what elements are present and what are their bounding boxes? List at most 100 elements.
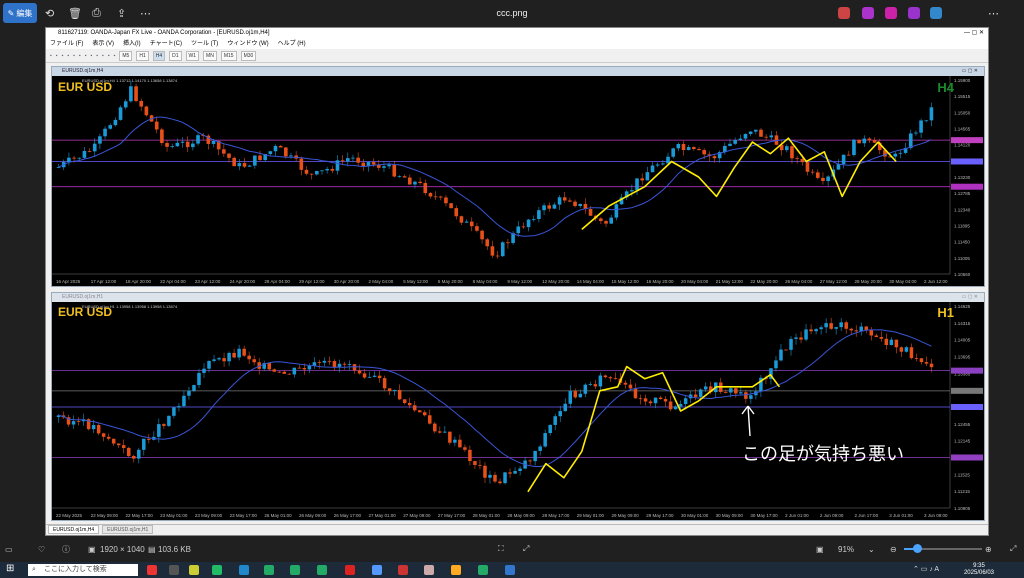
app-icon-3[interactable] — [885, 7, 897, 19]
taskbar-clock[interactable]: 9:35 2025/06/03 — [964, 563, 994, 577]
candle-body — [904, 347, 909, 352]
chart-window-h4[interactable]: EURUSD.oj1m,H4 ▭ ▢ ✕ 1.15900 1.15515 1.150… — [51, 66, 985, 287]
candle-body — [309, 173, 314, 175]
candle-body — [794, 337, 798, 339]
taskbar-app-2[interactable] — [169, 565, 179, 575]
date-tick: 22 May 2025 — [56, 513, 83, 518]
tf-button-M30[interactable]: M30 — [240, 50, 257, 61]
cursor-icon[interactable]: ▪ — [67, 53, 69, 59]
tf-button-H4[interactable]: H4 — [152, 50, 166, 61]
new-chart-icon[interactable]: ▪ — [50, 53, 52, 59]
candle-body — [729, 388, 733, 393]
taskbar-search[interactable]: ⌕ ここに入力して検索 — [28, 564, 138, 576]
taskbar-app-15[interactable] — [505, 565, 515, 575]
taskbar-app-10[interactable] — [372, 565, 382, 575]
candle-body — [458, 439, 462, 448]
zoom-out-icon[interactable]: ⊖ — [890, 545, 897, 554]
candle-body — [197, 372, 201, 386]
app-icon-1[interactable] — [838, 7, 850, 19]
fit-icon[interactable]: ⛶ — [498, 544, 504, 554]
tab-h4[interactable]: EURUSD.oj1m,H4 — [48, 525, 100, 534]
tf-button-D1[interactable]: D1 — [169, 50, 182, 61]
menu-item-6[interactable]: ヘルプ (H) — [278, 39, 306, 49]
actual-size-icon[interactable]: ▣ — [816, 545, 824, 554]
candle-body — [495, 255, 500, 257]
taskbar-app-8[interactable] — [317, 565, 327, 575]
menu-item-1[interactable]: 表示 (V) — [92, 39, 114, 49]
candle-body — [508, 472, 512, 474]
zoom-slider-thumb[interactable] — [913, 544, 922, 553]
menu-item-3[interactable]: チャート(C) — [150, 39, 182, 49]
taskbar-app-7[interactable] — [290, 565, 300, 575]
tab-h1[interactable]: EURUSD.oj1m,H1 — [102, 525, 154, 534]
date-tick: 22 May 17:00 — [125, 513, 153, 518]
trendline-icon[interactable]: ▪ — [90, 53, 92, 59]
profiles-icon[interactable]: ▪ — [56, 53, 58, 59]
candle-body — [134, 86, 138, 102]
zoom-in-icon[interactable]: ⊕ — [985, 545, 992, 554]
chart-h1-canvas[interactable]: 1.146251.143151.140051.136951.133851.130… — [52, 302, 984, 520]
window-close-icon[interactable]: ⋯ — [988, 3, 999, 23]
taskbar-app-5[interactable] — [239, 565, 249, 575]
taskbar-app-14[interactable] — [478, 565, 488, 575]
favorite-icon[interactable]: ♡ — [38, 545, 45, 554]
taskbar-app-13[interactable] — [451, 565, 461, 575]
taskbar-app-6[interactable] — [264, 565, 274, 575]
taskbar-app-1[interactable] — [147, 565, 157, 575]
candle-body — [666, 156, 670, 164]
clock-time: 9:35 — [973, 563, 985, 569]
taskbar-app-4[interactable] — [212, 565, 222, 575]
chart-window-h1[interactable]: EURUSD.oj1m,H1 ▭ ▢ ✕ 1.14625 1.14315 1.140… — [51, 292, 985, 521]
navigator-icon[interactable]: ▪ — [62, 53, 64, 59]
candle-body — [929, 107, 934, 121]
zoom-menu-icon[interactable]: ⌄ — [868, 545, 875, 554]
date-tick: 3 Jun 09:00 — [924, 513, 948, 518]
menu-item-4[interactable]: ツール (T) — [191, 39, 218, 49]
chart-h4-canvas[interactable]: 1.159001.155151.150501.145651.141201.136… — [52, 76, 984, 286]
fibo-icon[interactable]: ▪ — [102, 53, 104, 59]
tray-icons[interactable]: ⌃ ▭ ♪ A — [913, 565, 939, 573]
channel-icon[interactable]: ▪ — [96, 53, 98, 59]
app-icon-4[interactable] — [908, 7, 920, 19]
image-dimensions: 1920 × 1040 — [100, 544, 145, 554]
taskbar-app-12[interactable] — [424, 565, 434, 575]
mt4-window-controls[interactable]: — ▢ ✕ — [964, 28, 984, 39]
candle-body — [738, 138, 743, 141]
text-icon[interactable]: ▪ — [108, 53, 110, 59]
start-icon[interactable]: ⊞ — [6, 563, 14, 574]
app-icon-5[interactable] — [930, 7, 942, 19]
filmstrip-icon[interactable]: ▭ — [5, 545, 13, 554]
candle-body — [118, 107, 123, 120]
tf-button-MN[interactable]: MN — [203, 50, 217, 61]
candle-body — [867, 138, 872, 141]
label-icon[interactable]: ▪ — [114, 53, 116, 59]
taskbar-app-3[interactable] — [189, 565, 199, 575]
hline-icon[interactable]: ▪ — [85, 53, 87, 59]
fullscreen-icon[interactable]: ⤢ — [523, 544, 529, 554]
chart-h1-controls[interactable]: ▭ ▢ ✕ — [962, 293, 978, 302]
candle-body — [668, 401, 673, 410]
candle-body — [345, 158, 350, 162]
candle-body — [418, 181, 422, 183]
candle-body — [493, 474, 497, 482]
tf-button-M5[interactable]: M5 — [119, 50, 133, 61]
taskbar-app-11[interactable] — [398, 565, 408, 575]
app-icon-2[interactable] — [862, 7, 874, 19]
menu-item-5[interactable]: ウィンドウ (W) — [227, 39, 268, 49]
tf-button-H1[interactable]: H1 — [136, 50, 149, 61]
candle-body — [170, 146, 175, 148]
info-icon[interactable]: ⓘ — [62, 544, 70, 555]
tf-button-W1[interactable]: W1 — [185, 50, 200, 61]
zoom-level[interactable]: 91% — [838, 545, 854, 554]
tf-button-M15[interactable]: M15 — [220, 50, 237, 61]
expand-icon[interactable]: ⤢ — [1010, 544, 1016, 554]
zoom-slider[interactable] — [904, 544, 982, 553]
crosshair-icon[interactable]: ▪ — [73, 53, 75, 59]
mt4-toolbar: ▪ ▪ ▪ ▪ ▪ ▪ ▪ ▪ ▪ ▪ ▪ ▪ M5 H1 H4 D1 W1 MN M15 M30 — [46, 49, 988, 63]
menu-item-0[interactable]: ファイル (F) — [50, 39, 83, 49]
menu-item-2[interactable]: 挿入(I) — [123, 39, 141, 49]
taskbar-app-9[interactable] — [345, 565, 355, 575]
chart-h4-controls[interactable]: ▭ ▢ ✕ — [962, 67, 978, 76]
line-icon[interactable]: ▪ — [79, 53, 81, 59]
date-tick: 29 May 01:00 — [577, 513, 605, 518]
